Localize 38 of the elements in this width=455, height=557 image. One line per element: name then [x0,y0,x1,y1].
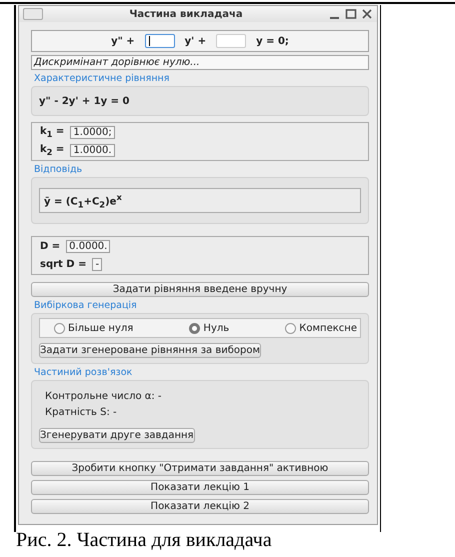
section-title: Відповідь [34,164,84,175]
section-title: Частиний розв'язок [34,367,134,378]
coefficient-field[interactable] [216,34,246,48]
discriminant-value: 0.0000. [66,240,110,254]
section-title: Вибіркова генерація [34,300,138,312]
message-field: Дискримінант дорівнює нулю... [31,55,369,70]
generate-task-button[interactable]: Згенерувати друге завдання [39,428,195,444]
radio-option[interactable]: Нуль [189,322,230,334]
equation-text: y" + [111,36,135,46]
equation-text: y' + [184,36,206,46]
manual-equation-button[interactable]: Задати рівняння введене вручну [31,282,369,298]
radio-option[interactable]: Більше нуля [54,322,134,334]
figure-caption: Рис. 2. Частина для викладача [16,529,272,552]
radio-icon[interactable] [189,322,200,334]
radio-icon[interactable] [54,322,65,334]
window-title: Частина викладача [128,8,244,20]
characteristic-equation: y" - 2y' + 1y = 0 [39,96,130,106]
equation-text: y = 0; [256,36,289,46]
action-button[interactable]: Показати лекцію 2 [31,499,369,514]
maximize-icon[interactable] [345,8,357,20]
section-title: Характеристичне рівняння [34,73,170,84]
radio-option[interactable]: Компексне [285,322,357,334]
root-value: 1.0000; [70,126,115,139]
root-label: k$_{2}$ = [40,144,64,157]
action-button[interactable]: Зробити кнопку "Отримати завдання" активною [31,461,369,476]
info-text: Кратність S: - [45,407,118,418]
radio-icon[interactable] [285,322,296,334]
answer-field: ȳ = (C$_{1}$+C$_{2}$)e$^{x}$ [39,188,361,214]
info-text: Контрольне число α: - [45,391,163,402]
discriminant-value: - [92,258,102,272]
root-label: k$_{1}$ = [40,126,64,139]
discriminant-label: sqrt D = [40,259,86,270]
action-button[interactable]: Показати лекцію 1 [31,480,369,496]
coefficient-field[interactable] [144,34,175,48]
generate-equation-button[interactable]: Задати згенероване рівняння за вибором [39,343,262,358]
close-icon[interactable] [361,8,373,20]
discriminant-label: D = [40,241,60,252]
root-value: 1.0000. [70,144,114,157]
